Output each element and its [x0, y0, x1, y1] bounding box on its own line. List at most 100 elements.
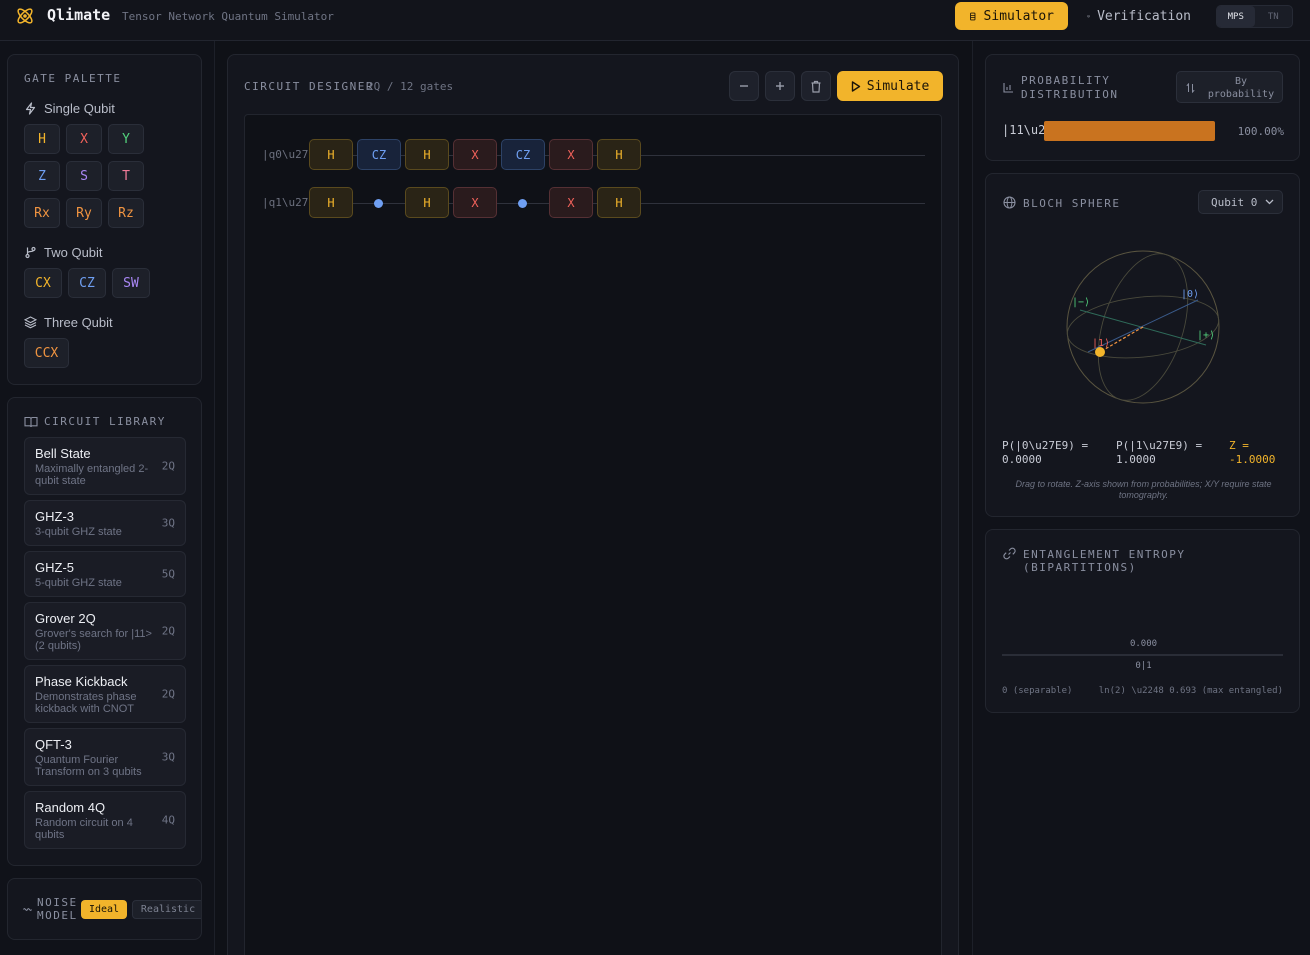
entropy-partition-label: 0|1: [1135, 661, 1152, 671]
library-item-bell-state[interactable]: Bell State Maximally entangled 2-qubit s…: [24, 437, 186, 495]
book-icon: [24, 416, 38, 427]
gate-y[interactable]: Y: [108, 124, 144, 154]
circuit-gate-h[interactable]: H: [309, 139, 353, 170]
library-item-phase-kickback[interactable]: Phase Kickback Demonstrates phase kickba…: [24, 665, 186, 723]
library-item-ghz-5[interactable]: GHZ-5 5-qubit GHZ state 5Q: [24, 551, 186, 597]
mode-toggle: MPS TN: [1216, 5, 1293, 28]
gate-x[interactable]: X: [66, 124, 102, 154]
gate-swap[interactable]: SW: [112, 268, 150, 298]
clear-circuit-button[interactable]: [801, 71, 831, 101]
gate-h[interactable]: H: [24, 124, 60, 154]
gate-t[interactable]: T: [108, 161, 144, 191]
library-item-qubits: 3Q: [161, 516, 175, 530]
circuit-library-heading: CIRCUIT LIBRARY: [24, 415, 166, 428]
p1-readout: P(|1\u27E9) = 1.0000: [1116, 439, 1202, 467]
bar-chart-icon: [1003, 83, 1013, 93]
zoom-in-button[interactable]: [765, 71, 795, 101]
probability-title-line2: DISTRIBUTION: [1021, 88, 1119, 101]
p0-value: 0.0000: [1002, 453, 1042, 466]
probability-bar: [1044, 121, 1215, 141]
chevron-down-icon: [1265, 199, 1274, 205]
library-item-qubits: 3Q: [161, 750, 175, 764]
library-item-random-4q[interactable]: Random 4Q Random circuit on 4 qubits 4Q: [24, 791, 186, 849]
gate-ccx[interactable]: CCX: [24, 338, 69, 368]
probability-panel: PROBABILITY DISTRIBUTION By probability …: [985, 54, 1300, 161]
circuit-gate-x[interactable]: X: [453, 139, 497, 170]
single-qubit-heading: Single Qubit: [24, 101, 115, 116]
noise-ideal-button[interactable]: Ideal: [81, 900, 127, 919]
library-item-qubits: 2Q: [161, 624, 175, 638]
circuit-gate-x[interactable]: X: [549, 187, 593, 218]
noise-realistic-button[interactable]: Realistic: [132, 900, 201, 919]
simulate-button[interactable]: Simulate: [837, 71, 943, 101]
simulator-tab-label: Simulator: [983, 8, 1054, 24]
circuit-gate-cz[interactable]: CZ: [501, 139, 545, 170]
verification-tab[interactable]: Verification: [1073, 2, 1205, 30]
gate-s[interactable]: S: [66, 161, 102, 191]
qubit-select-value: Qubit 0: [1211, 195, 1258, 209]
sort-by-probability-button[interactable]: By probability: [1176, 71, 1283, 103]
z-readout: Z = -1.0000: [1229, 439, 1275, 467]
probability-bar-track: [1044, 121, 1215, 141]
stack-icon: [24, 316, 37, 329]
circuit-gate-x[interactable]: X: [549, 139, 593, 170]
circuit-designer-panel: CIRCUIT DESIGNER 2Q / 12 gates Simulate …: [227, 54, 959, 955]
library-item-desc: Grover's search for |11> (2 qubits): [35, 628, 152, 652]
entropy-min-label: 0 (separable): [1002, 686, 1073, 696]
probability-percent: 100.00%: [1237, 125, 1284, 138]
entropy-max-label: ln(2) \u2248 0.693 (max entangled): [1098, 686, 1283, 696]
chip-icon: [970, 12, 976, 20]
zoom-out-button[interactable]: [729, 71, 759, 101]
layers-icon: [1087, 14, 1091, 17]
library-item-qubits: 4Q: [161, 813, 175, 827]
library-item-name: Random 4Q: [35, 800, 106, 815]
circuit-gate-h[interactable]: H: [405, 187, 449, 218]
library-item-ghz-3[interactable]: GHZ-3 3-qubit GHZ state 3Q: [24, 500, 186, 546]
circuit-gate-h[interactable]: H: [405, 139, 449, 170]
cz-control-dot[interactable]: [518, 199, 527, 208]
gate-cz[interactable]: CZ: [68, 268, 106, 298]
mode-mps-button[interactable]: MPS: [1217, 6, 1255, 27]
gate-z[interactable]: Z: [24, 161, 60, 191]
branch-icon: [25, 246, 36, 259]
verification-tab-label: Verification: [1097, 8, 1191, 24]
library-item-grover-2q[interactable]: Grover 2Q Grover's search for |11> (2 qu…: [24, 602, 186, 660]
simulator-tab[interactable]: Simulator: [955, 2, 1068, 30]
bloch-sphere[interactable]: |0⟩ |1⟩ |+⟩ |−⟩: [1048, 232, 1238, 422]
circuit-gate-h[interactable]: H: [309, 187, 353, 218]
play-icon: [851, 80, 860, 92]
p0-label: P(|0\u27E9) =: [1002, 439, 1089, 452]
trash-icon: [811, 80, 821, 93]
circuit-stats: 2Q / 12 gates: [367, 80, 454, 93]
gate-rx[interactable]: Rx: [24, 198, 60, 228]
probability-title: PROBABILITY DISTRIBUTION: [1021, 74, 1118, 102]
gate-ry[interactable]: Ry: [66, 198, 102, 228]
probability-state-label: |11\u2: [1002, 123, 1046, 137]
probability-row: |11\u2 100.00%: [1002, 121, 1284, 141]
circuit-gate-x[interactable]: X: [453, 187, 497, 218]
sort-icon: [1186, 83, 1195, 93]
qubit-select[interactable]: Qubit 0: [1198, 190, 1283, 214]
circuit-canvas[interactable]: |q0\u27E9 |q1\u27E9 H CZ H X CZ X H H H …: [244, 114, 942, 955]
probability-title-line1: PROBABILITY: [1021, 74, 1111, 87]
circuit-gate-h[interactable]: H: [597, 139, 641, 170]
circuit-gate-cz[interactable]: CZ: [357, 139, 401, 170]
cz-control-dot[interactable]: [374, 199, 383, 208]
circuit-gate-h[interactable]: H: [597, 187, 641, 218]
circuit-library-title: CIRCUIT LIBRARY: [44, 415, 166, 428]
library-item-desc: 3-qubit GHZ state: [35, 526, 122, 538]
noise-title-line2: MODEL: [37, 909, 78, 922]
library-item-name: GHZ-3: [35, 509, 74, 524]
lightning-icon: [25, 102, 36, 115]
library-item-qubits: 5Q: [161, 567, 175, 581]
library-item-qft-3[interactable]: QFT-3 Quantum Fourier Transform on 3 qub…: [24, 728, 186, 786]
noise-model-panel: NOISE MODEL Ideal Realistic: [7, 878, 202, 940]
label-ket-zero: |0⟩: [1181, 289, 1199, 300]
gate-cx[interactable]: CX: [24, 268, 62, 298]
library-item-desc: Maximally entangled 2-qubit state: [35, 463, 149, 487]
gate-rz[interactable]: Rz: [108, 198, 144, 228]
library-item-name: QFT-3: [35, 737, 72, 752]
mode-tn-button[interactable]: TN: [1255, 6, 1293, 27]
library-item-qubits: 2Q: [161, 459, 175, 473]
app-subtitle: Tensor Network Quantum Simulator: [122, 10, 334, 23]
